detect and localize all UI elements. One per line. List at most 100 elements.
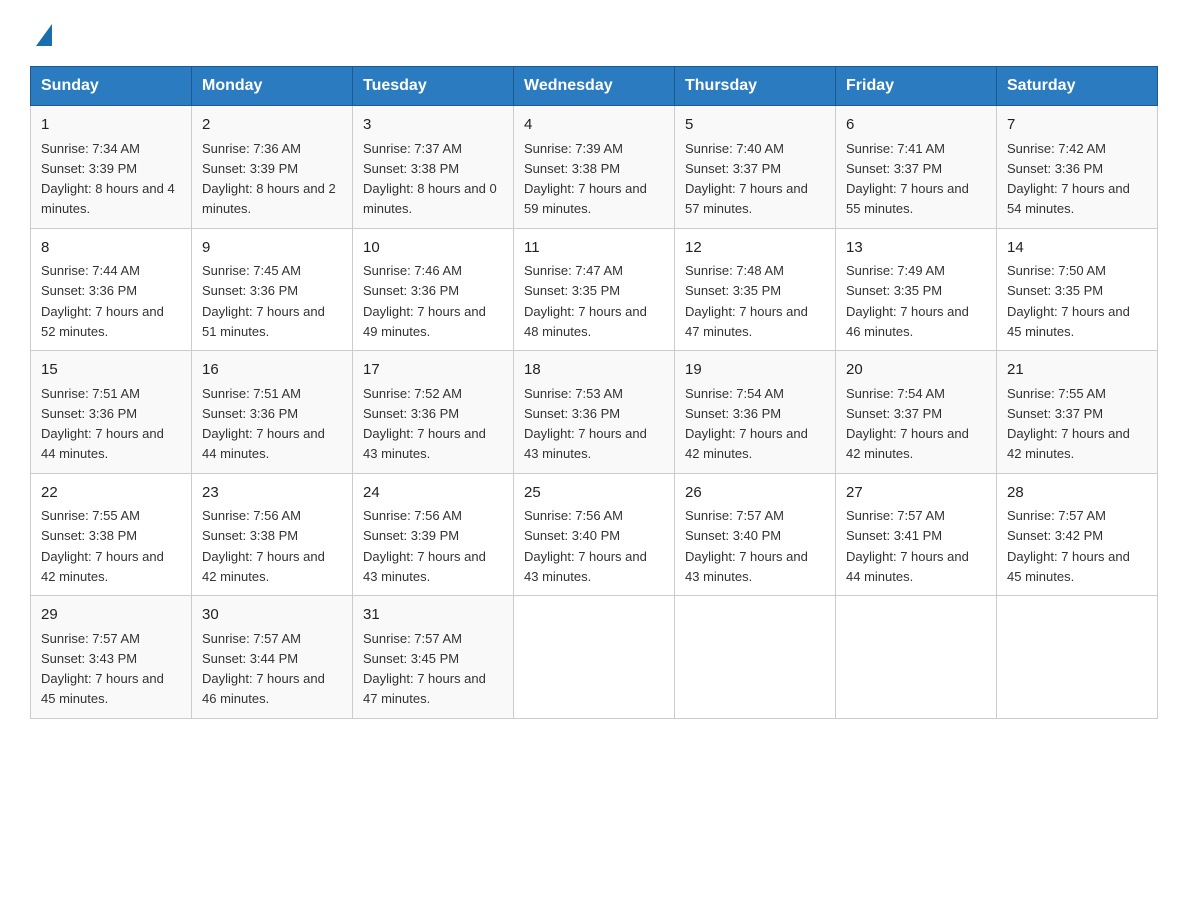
week-row-4: 22 Sunrise: 7:55 AMSunset: 3:38 PMDaylig… (31, 473, 1158, 596)
day-info: Sunrise: 7:41 AMSunset: 3:37 PMDaylight:… (846, 141, 969, 217)
day-info: Sunrise: 7:57 AMSunset: 3:44 PMDaylight:… (202, 631, 325, 707)
day-number: 10 (363, 237, 503, 260)
day-number: 17 (363, 359, 503, 382)
day-info: Sunrise: 7:56 AMSunset: 3:40 PMDaylight:… (524, 508, 647, 584)
empty-cell (514, 596, 675, 719)
day-number: 26 (685, 482, 825, 505)
day-number: 21 (1007, 359, 1147, 382)
day-cell-23: 23 Sunrise: 7:56 AMSunset: 3:38 PMDaylig… (192, 473, 353, 596)
day-number: 24 (363, 482, 503, 505)
day-cell-6: 6 Sunrise: 7:41 AMSunset: 3:37 PMDayligh… (836, 106, 997, 229)
day-info: Sunrise: 7:57 AMSunset: 3:41 PMDaylight:… (846, 508, 969, 584)
day-info: Sunrise: 7:46 AMSunset: 3:36 PMDaylight:… (363, 263, 486, 339)
day-number: 13 (846, 237, 986, 260)
weekday-header-friday: Friday (836, 67, 997, 106)
day-info: Sunrise: 7:57 AMSunset: 3:43 PMDaylight:… (41, 631, 164, 707)
day-info: Sunrise: 7:34 AMSunset: 3:39 PMDaylight:… (41, 141, 175, 217)
week-row-2: 8 Sunrise: 7:44 AMSunset: 3:36 PMDayligh… (31, 228, 1158, 351)
day-cell-12: 12 Sunrise: 7:48 AMSunset: 3:35 PMDaylig… (675, 228, 836, 351)
empty-cell (836, 596, 997, 719)
day-number: 28 (1007, 482, 1147, 505)
day-info: Sunrise: 7:51 AMSunset: 3:36 PMDaylight:… (202, 386, 325, 462)
day-number: 7 (1007, 114, 1147, 137)
day-number: 2 (202, 114, 342, 137)
day-cell-5: 5 Sunrise: 7:40 AMSunset: 3:37 PMDayligh… (675, 106, 836, 229)
day-cell-18: 18 Sunrise: 7:53 AMSunset: 3:36 PMDaylig… (514, 351, 675, 474)
day-cell-25: 25 Sunrise: 7:56 AMSunset: 3:40 PMDaylig… (514, 473, 675, 596)
day-info: Sunrise: 7:55 AMSunset: 3:38 PMDaylight:… (41, 508, 164, 584)
day-number: 5 (685, 114, 825, 137)
day-info: Sunrise: 7:44 AMSunset: 3:36 PMDaylight:… (41, 263, 164, 339)
day-number: 29 (41, 604, 181, 627)
day-number: 8 (41, 237, 181, 260)
day-number: 12 (685, 237, 825, 260)
day-info: Sunrise: 7:37 AMSunset: 3:38 PMDaylight:… (363, 141, 497, 217)
day-cell-10: 10 Sunrise: 7:46 AMSunset: 3:36 PMDaylig… (353, 228, 514, 351)
day-cell-27: 27 Sunrise: 7:57 AMSunset: 3:41 PMDaylig… (836, 473, 997, 596)
day-number: 25 (524, 482, 664, 505)
day-number: 19 (685, 359, 825, 382)
day-info: Sunrise: 7:50 AMSunset: 3:35 PMDaylight:… (1007, 263, 1130, 339)
day-info: Sunrise: 7:54 AMSunset: 3:36 PMDaylight:… (685, 386, 808, 462)
week-row-5: 29 Sunrise: 7:57 AMSunset: 3:43 PMDaylig… (31, 596, 1158, 719)
day-cell-1: 1 Sunrise: 7:34 AMSunset: 3:39 PMDayligh… (31, 106, 192, 229)
day-cell-13: 13 Sunrise: 7:49 AMSunset: 3:35 PMDaylig… (836, 228, 997, 351)
day-info: Sunrise: 7:55 AMSunset: 3:37 PMDaylight:… (1007, 386, 1130, 462)
day-info: Sunrise: 7:48 AMSunset: 3:35 PMDaylight:… (685, 263, 808, 339)
day-cell-3: 3 Sunrise: 7:37 AMSunset: 3:38 PMDayligh… (353, 106, 514, 229)
page-header (30, 20, 1158, 46)
day-info: Sunrise: 7:45 AMSunset: 3:36 PMDaylight:… (202, 263, 325, 339)
day-number: 1 (41, 114, 181, 137)
day-info: Sunrise: 7:36 AMSunset: 3:39 PMDaylight:… (202, 141, 336, 217)
day-number: 15 (41, 359, 181, 382)
day-number: 31 (363, 604, 503, 627)
day-cell-20: 20 Sunrise: 7:54 AMSunset: 3:37 PMDaylig… (836, 351, 997, 474)
day-info: Sunrise: 7:53 AMSunset: 3:36 PMDaylight:… (524, 386, 647, 462)
day-cell-14: 14 Sunrise: 7:50 AMSunset: 3:35 PMDaylig… (997, 228, 1158, 351)
day-number: 9 (202, 237, 342, 260)
day-number: 18 (524, 359, 664, 382)
calendar-table: SundayMondayTuesdayWednesdayThursdayFrid… (30, 66, 1158, 719)
day-number: 23 (202, 482, 342, 505)
day-number: 27 (846, 482, 986, 505)
day-cell-4: 4 Sunrise: 7:39 AMSunset: 3:38 PMDayligh… (514, 106, 675, 229)
day-cell-9: 9 Sunrise: 7:45 AMSunset: 3:36 PMDayligh… (192, 228, 353, 351)
day-cell-31: 31 Sunrise: 7:57 AMSunset: 3:45 PMDaylig… (353, 596, 514, 719)
day-info: Sunrise: 7:57 AMSunset: 3:40 PMDaylight:… (685, 508, 808, 584)
day-cell-28: 28 Sunrise: 7:57 AMSunset: 3:42 PMDaylig… (997, 473, 1158, 596)
day-info: Sunrise: 7:47 AMSunset: 3:35 PMDaylight:… (524, 263, 647, 339)
week-row-3: 15 Sunrise: 7:51 AMSunset: 3:36 PMDaylig… (31, 351, 1158, 474)
week-row-1: 1 Sunrise: 7:34 AMSunset: 3:39 PMDayligh… (31, 106, 1158, 229)
weekday-header-row: SundayMondayTuesdayWednesdayThursdayFrid… (31, 67, 1158, 106)
day-info: Sunrise: 7:57 AMSunset: 3:45 PMDaylight:… (363, 631, 486, 707)
day-number: 4 (524, 114, 664, 137)
day-cell-2: 2 Sunrise: 7:36 AMSunset: 3:39 PMDayligh… (192, 106, 353, 229)
weekday-header-thursday: Thursday (675, 67, 836, 106)
weekday-header-saturday: Saturday (997, 67, 1158, 106)
day-number: 20 (846, 359, 986, 382)
day-number: 30 (202, 604, 342, 627)
day-number: 16 (202, 359, 342, 382)
day-cell-16: 16 Sunrise: 7:51 AMSunset: 3:36 PMDaylig… (192, 351, 353, 474)
empty-cell (675, 596, 836, 719)
day-cell-15: 15 Sunrise: 7:51 AMSunset: 3:36 PMDaylig… (31, 351, 192, 474)
day-info: Sunrise: 7:56 AMSunset: 3:39 PMDaylight:… (363, 508, 486, 584)
day-info: Sunrise: 7:57 AMSunset: 3:42 PMDaylight:… (1007, 508, 1130, 584)
logo-triangle-icon (36, 24, 52, 46)
day-info: Sunrise: 7:39 AMSunset: 3:38 PMDaylight:… (524, 141, 647, 217)
day-cell-11: 11 Sunrise: 7:47 AMSunset: 3:35 PMDaylig… (514, 228, 675, 351)
day-cell-7: 7 Sunrise: 7:42 AMSunset: 3:36 PMDayligh… (997, 106, 1158, 229)
day-info: Sunrise: 7:51 AMSunset: 3:36 PMDaylight:… (41, 386, 164, 462)
day-cell-8: 8 Sunrise: 7:44 AMSunset: 3:36 PMDayligh… (31, 228, 192, 351)
weekday-header-monday: Monday (192, 67, 353, 106)
weekday-header-wednesday: Wednesday (514, 67, 675, 106)
empty-cell (997, 596, 1158, 719)
day-info: Sunrise: 7:52 AMSunset: 3:36 PMDaylight:… (363, 386, 486, 462)
day-number: 22 (41, 482, 181, 505)
day-cell-19: 19 Sunrise: 7:54 AMSunset: 3:36 PMDaylig… (675, 351, 836, 474)
weekday-header-tuesday: Tuesday (353, 67, 514, 106)
day-cell-17: 17 Sunrise: 7:52 AMSunset: 3:36 PMDaylig… (353, 351, 514, 474)
day-cell-29: 29 Sunrise: 7:57 AMSunset: 3:43 PMDaylig… (31, 596, 192, 719)
day-cell-22: 22 Sunrise: 7:55 AMSunset: 3:38 PMDaylig… (31, 473, 192, 596)
day-cell-26: 26 Sunrise: 7:57 AMSunset: 3:40 PMDaylig… (675, 473, 836, 596)
